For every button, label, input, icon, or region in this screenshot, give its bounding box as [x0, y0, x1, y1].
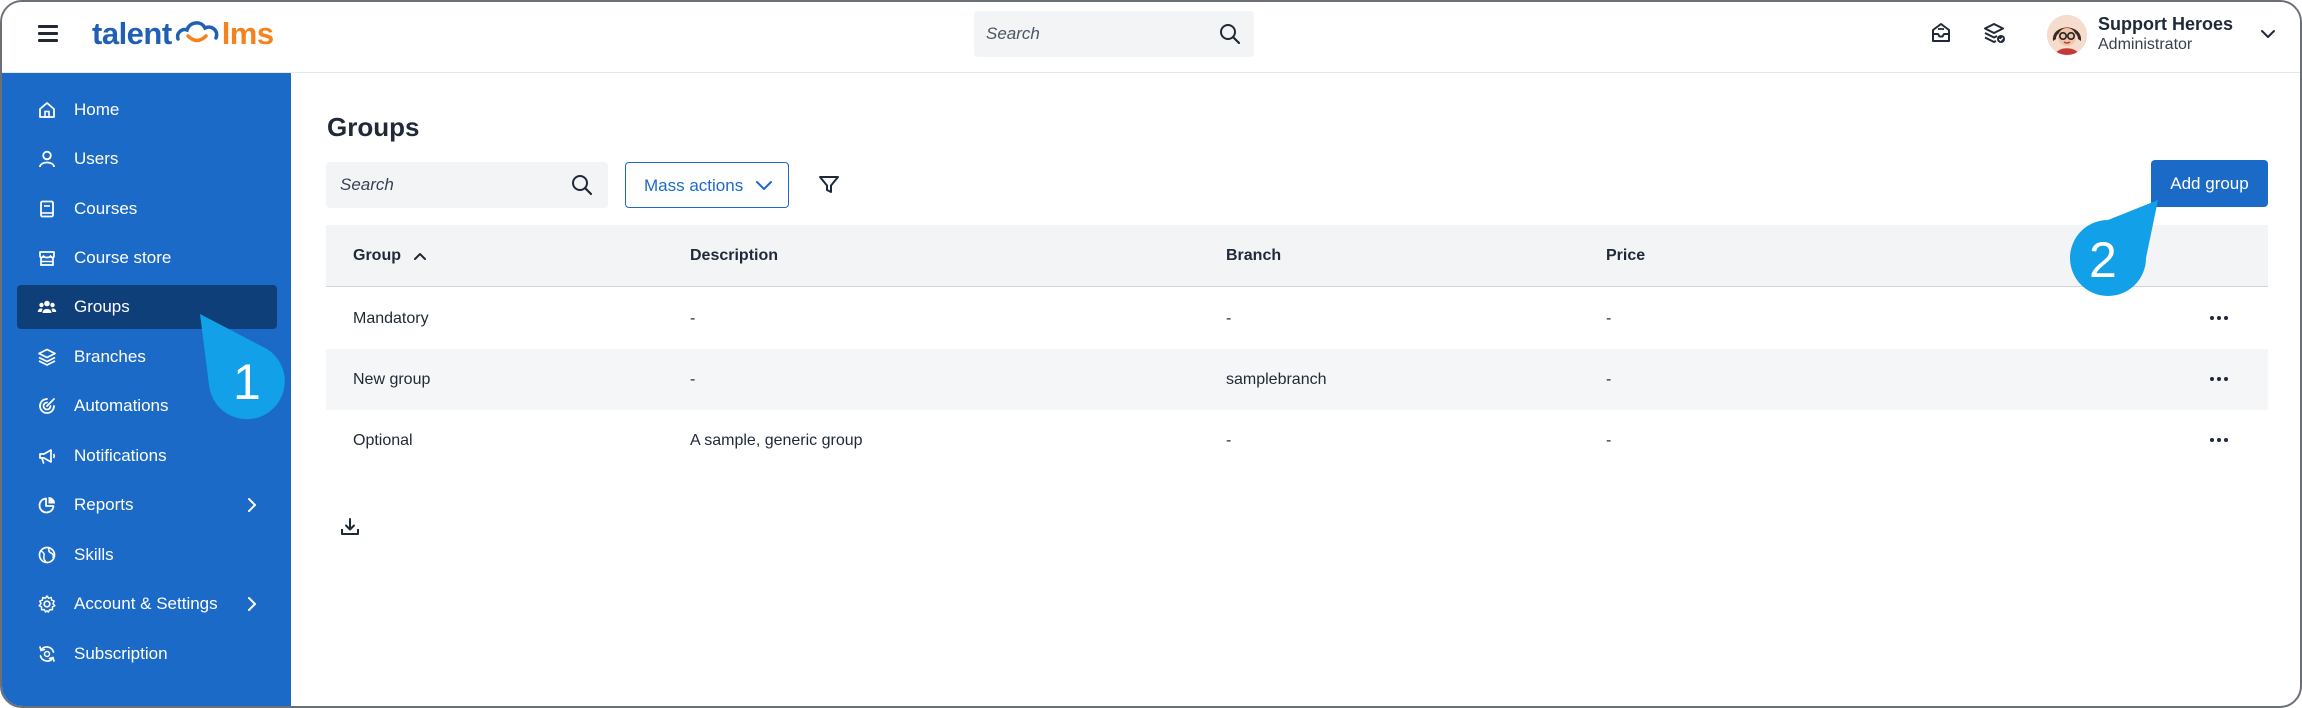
- step-callout-1-number: 1: [233, 354, 261, 410]
- groups-search-input[interactable]: [340, 162, 560, 208]
- sidebar-item-label: Subscription: [74, 644, 168, 663]
- filter-icon[interactable]: [816, 172, 842, 198]
- more-options-icon[interactable]: [2208, 432, 2230, 448]
- home-icon: [39, 102, 55, 118]
- top-bar: talent lms Search Support Heroes Adminis…: [2, 2, 2300, 73]
- sidebar-item-label: Notifications: [74, 446, 167, 465]
- search-icon[interactable]: [570, 173, 594, 197]
- sidebar-item-label: Account & Settings: [74, 594, 218, 613]
- user-name: Support Heroes: [2098, 14, 2234, 34]
- mass-actions-label: Mass actions: [644, 176, 744, 195]
- cell-branch: -: [1226, 309, 1232, 327]
- user-icon: [39, 150, 55, 168]
- sort-ascending-icon[interactable]: [413, 250, 427, 262]
- step-callout-2-number: 2: [2089, 232, 2117, 288]
- store-icon: [39, 251, 55, 266]
- sidebar-item-courses[interactable]: Courses: [17, 187, 277, 231]
- mass-actions-dropdown[interactable]: Mass actions: [625, 162, 789, 208]
- cell-branch: samplebranch: [1226, 370, 1327, 388]
- globe-icon: [38, 546, 56, 564]
- cell-group: New group: [353, 370, 431, 388]
- cloud-smile-icon: [175, 21, 219, 43]
- cell-description: A sample, generic group: [690, 431, 863, 449]
- table-row[interactable]: Optional A sample, generic group - -: [326, 410, 2268, 471]
- layers-check-icon[interactable]: [1981, 20, 2007, 46]
- sidebar-item-skills[interactable]: Skills: [17, 533, 277, 577]
- pie-chart-icon: [38, 497, 55, 514]
- column-header-label: Group: [353, 246, 401, 264]
- sidebar-item-label: Courses: [74, 199, 138, 218]
- chevron-right-icon[interactable]: [243, 496, 261, 514]
- automation-icon: [39, 398, 55, 414]
- logo[interactable]: talent lms: [92, 14, 274, 54]
- add-group-button[interactable]: Add group: [2151, 160, 2268, 207]
- subscription-icon: [39, 646, 55, 662]
- logo-text-talent: talent: [92, 16, 172, 51]
- column-header-branch[interactable]: Branch: [1226, 225, 1281, 286]
- logo-text-lms: lms: [221, 16, 274, 51]
- chevron-down-icon: [756, 181, 772, 190]
- table-row[interactable]: Mandatory - - -: [326, 288, 2268, 349]
- sidebar-item-account-settings[interactable]: Account & Settings: [17, 582, 277, 626]
- sidebar-item-label: Groups: [74, 297, 130, 316]
- cell-description: -: [690, 309, 696, 327]
- layers-icon: [38, 348, 56, 366]
- sidebar-item-users[interactable]: Users: [17, 137, 277, 181]
- sidebar-item-label: Skills: [74, 545, 114, 564]
- sidebar-item-notifications[interactable]: Notifications: [17, 434, 277, 478]
- sidebar-item-course-store[interactable]: Course store: [17, 236, 277, 280]
- sidebar-item-label: Users: [74, 149, 119, 168]
- cell-group: Optional: [353, 431, 413, 449]
- book-icon: [40, 200, 54, 218]
- cell-price: -: [1606, 309, 1612, 327]
- gear-icon: [38, 595, 56, 613]
- column-header-price[interactable]: Price: [1606, 225, 1645, 286]
- global-search-input[interactable]: [986, 11, 1206, 57]
- table-header: Group Description Branch Price: [326, 225, 2268, 287]
- cell-description: -: [690, 370, 696, 388]
- search-icon[interactable]: [1218, 22, 1242, 46]
- cell-price: -: [1606, 431, 1612, 449]
- app-window: talent lms Search Support Heroes Adminis…: [0, 0, 2302, 708]
- groups-icon: [37, 300, 57, 313]
- sidebar-item-label: Course store: [74, 248, 172, 267]
- user-role: Administrator: [2098, 36, 2193, 53]
- inbox-icon[interactable]: [1928, 20, 1954, 46]
- sidebar-item-reports[interactable]: Reports: [17, 483, 277, 527]
- sidebar-item-label: Reports: [74, 495, 134, 514]
- column-header-description[interactable]: Description: [690, 225, 778, 286]
- sidebar-item-label: Automations: [74, 396, 169, 415]
- groups-search: [326, 162, 608, 208]
- page-title: Groups: [327, 112, 420, 142]
- column-header-group[interactable]: Group: [353, 225, 427, 286]
- sidebar-item-label: Home: [74, 100, 120, 119]
- download-icon[interactable]: [339, 516, 361, 538]
- user-menu[interactable]: Support Heroes Administrator: [2042, 8, 2282, 62]
- table-row[interactable]: New group - samplebranch -: [326, 349, 2268, 410]
- avatar: [2047, 15, 2087, 55]
- cell-branch: -: [1226, 431, 1232, 449]
- global-search: [974, 11, 1254, 57]
- sidebar-item-label: Branches: [74, 347, 146, 366]
- megaphone-icon: [39, 449, 56, 464]
- more-options-icon[interactable]: [2208, 310, 2230, 326]
- more-options-icon[interactable]: [2208, 371, 2230, 387]
- step-callout-1-number-wrap: 1: [197, 311, 289, 425]
- chevron-right-icon[interactable]: [243, 595, 261, 613]
- cell-price: -: [1606, 370, 1612, 388]
- sidebar-item-home[interactable]: Home: [17, 88, 277, 132]
- step-callout-2-number-wrap: 2: [2068, 198, 2160, 302]
- sidebar-item-subscription[interactable]: Subscription: [17, 632, 277, 676]
- chevron-down-icon[interactable]: [2259, 25, 2277, 43]
- menu-icon[interactable]: [38, 25, 58, 42]
- cell-group: Mandatory: [353, 309, 429, 327]
